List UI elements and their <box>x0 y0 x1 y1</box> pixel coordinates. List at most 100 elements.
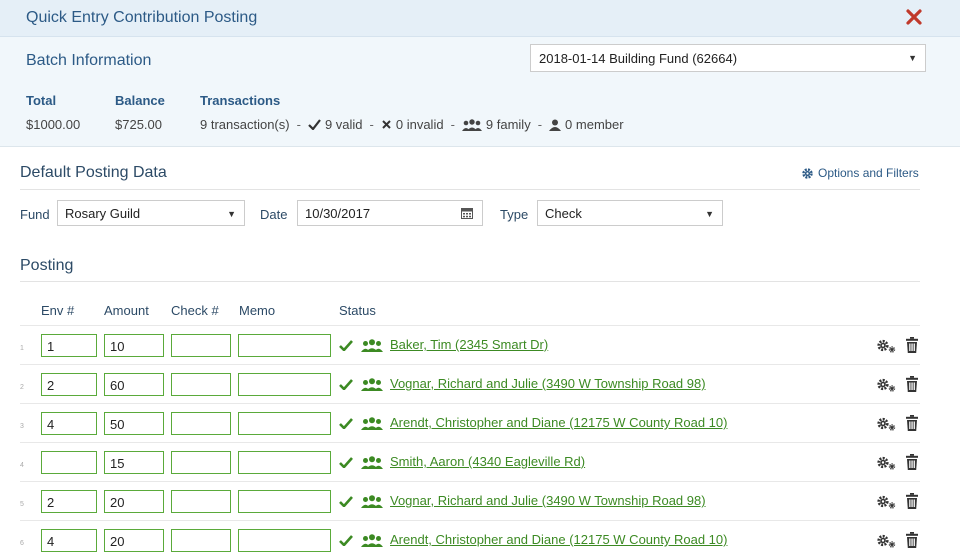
check-number-input[interactable] <box>171 334 231 357</box>
chevron-down-icon: ▼ <box>908 53 917 63</box>
amount-input[interactable]: 15 <box>104 451 164 474</box>
gear-icon[interactable] <box>876 338 896 353</box>
type-label: Type <box>500 207 529 222</box>
trash-icon[interactable] <box>906 454 918 470</box>
fund-label: Fund <box>20 207 50 222</box>
amount-input[interactable]: 60 <box>104 373 164 396</box>
amount-input[interactable]: 50 <box>104 412 164 435</box>
divider <box>20 281 920 282</box>
total-label: Total <box>26 93 57 108</box>
gear-icon[interactable] <box>876 533 896 548</box>
env-input[interactable]: 4 <box>41 529 97 552</box>
options-and-filters-link[interactable]: Options and Filters <box>801 166 919 180</box>
check-number-input[interactable] <box>171 373 231 396</box>
env-input[interactable]: 1 <box>41 334 97 357</box>
invalid-count: 0 invalid <box>395 117 444 132</box>
column-header-check: Check # <box>171 303 219 318</box>
date-label: Date <box>260 207 288 222</box>
trash-icon[interactable] <box>906 337 918 353</box>
amount-input[interactable]: 20 <box>104 529 164 552</box>
default-posting-heading: Default Posting Data <box>20 164 167 181</box>
valid-check-icon <box>339 418 353 429</box>
check-number-input[interactable] <box>171 451 231 474</box>
trash-icon[interactable] <box>906 493 918 509</box>
family-icon <box>361 534 383 547</box>
column-header-memo: Memo <box>239 303 276 318</box>
divider <box>20 189 920 190</box>
separator: - <box>296 117 301 132</box>
transactions-summary: 9 transaction(s) - 9 valid - 0 invalid -… <box>200 117 624 132</box>
memo-input[interactable] <box>238 529 331 552</box>
memo-input[interactable] <box>238 334 331 357</box>
memo-input[interactable] <box>238 412 331 435</box>
type-select-value: Check <box>545 206 582 221</box>
row-number: 2 <box>20 384 24 391</box>
env-input[interactable]: 4 <box>41 412 97 435</box>
amount-input[interactable]: 20 <box>104 490 164 513</box>
row-number: 3 <box>20 423 24 430</box>
check-number-input[interactable] <box>171 490 231 513</box>
env-input[interactable] <box>41 451 97 474</box>
memo-input[interactable] <box>238 373 331 396</box>
family-icon <box>361 495 383 508</box>
valid-check-icon <box>339 379 353 390</box>
table-row: 4 15 Smith, Aaron (4340 Eagleville Rd) <box>20 442 920 481</box>
batch-select[interactable]: 2018-01-14 Building Fund (62664) ▼ <box>530 44 926 72</box>
table-row: 5 2 20 Vognar, Richard and Julie (3490 W To… <box>20 481 920 520</box>
separator: - <box>450 117 455 132</box>
family-link[interactable]: Vognar, Richard and Julie (3490 W Townsh… <box>390 376 706 391</box>
family-link[interactable]: Baker, Tim (2345 Smart Dr) <box>390 337 548 352</box>
total-value: $1000.00 <box>26 117 81 132</box>
trash-icon[interactable] <box>906 532 918 548</box>
gear-icon[interactable] <box>876 377 896 392</box>
family-icon <box>461 118 482 131</box>
family-count: 9 family <box>485 117 531 132</box>
valid-check-icon <box>339 457 353 468</box>
type-select[interactable]: Check ▼ <box>537 200 723 226</box>
env-input[interactable]: 2 <box>41 490 97 513</box>
separator: - <box>369 117 374 132</box>
row-number: 4 <box>20 462 24 469</box>
amount-input[interactable]: 10 <box>104 334 164 357</box>
family-icon <box>361 417 383 430</box>
date-input[interactable]: 10/30/2017 <box>297 200 483 226</box>
env-input[interactable]: 2 <box>41 373 97 396</box>
date-value: 10/30/2017 <box>305 206 371 221</box>
family-icon <box>361 339 383 352</box>
chevron-down-icon: ▼ <box>705 209 714 219</box>
valid-check-icon <box>339 340 353 351</box>
memo-input[interactable] <box>238 490 331 513</box>
gear-icon[interactable] <box>876 494 896 509</box>
table-row: 2 2 60 Vognar, Richard and Julie (3490 W To… <box>20 364 920 403</box>
chevron-down-icon: ▼ <box>227 209 236 219</box>
family-link[interactable]: Arendt, Christopher and Diane (12175 W C… <box>390 415 727 430</box>
family-link[interactable]: Vognar, Richard and Julie (3490 W Townsh… <box>390 493 706 508</box>
batch-heading: Batch Information <box>26 52 152 69</box>
balance-value: $725.00 <box>115 117 162 132</box>
check-number-input[interactable] <box>171 529 231 552</box>
gear-icon[interactable] <box>876 416 896 431</box>
calendar-icon[interactable] <box>461 207 473 219</box>
separator: - <box>537 117 543 132</box>
gear-icon[interactable] <box>876 455 896 470</box>
memo-input[interactable] <box>238 451 331 474</box>
valid-count: 9 valid <box>324 117 363 132</box>
check-number-input[interactable] <box>171 412 231 435</box>
dialog-title: Quick Entry Contribution Posting <box>26 9 258 26</box>
family-icon <box>361 378 383 391</box>
column-header-status: Status <box>339 303 376 318</box>
close-icon[interactable] <box>904 7 924 27</box>
table-row: 6 4 20 Arendt, Christopher and Diane (12175… <box>20 520 920 559</box>
column-header-env: Env # <box>41 303 75 318</box>
gear-icon <box>802 167 813 179</box>
table-row: 3 4 50 Arendt, Christopher and Diane (12175… <box>20 403 920 442</box>
family-link[interactable]: Smith, Aaron (4340 Eagleville Rd) <box>390 454 585 469</box>
trash-icon[interactable] <box>906 376 918 392</box>
trash-icon[interactable] <box>906 415 918 431</box>
posting-heading: Posting <box>20 257 74 274</box>
fund-select[interactable]: Rosary Guild ▼ <box>57 200 245 226</box>
row-number: 6 <box>20 540 24 547</box>
family-link[interactable]: Arendt, Christopher and Diane (12175 W C… <box>390 532 727 547</box>
member-icon <box>549 119 562 131</box>
balance-label: Balance <box>115 93 165 108</box>
